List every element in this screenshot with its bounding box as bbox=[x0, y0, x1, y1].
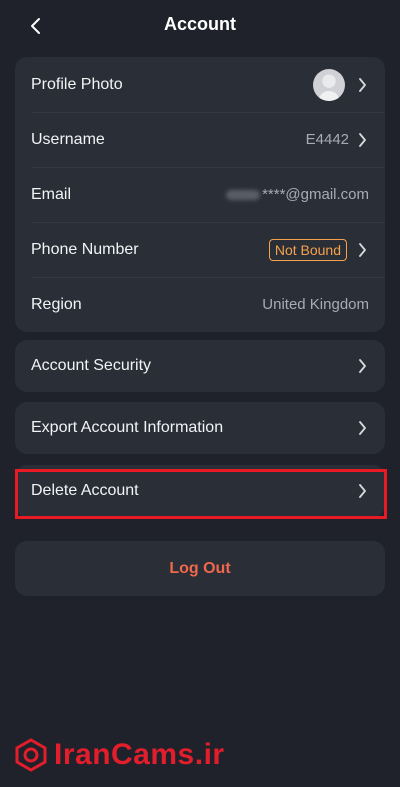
account-security-label: Account Security bbox=[31, 357, 152, 374]
email-label: Email bbox=[31, 185, 72, 203]
chevron-right-icon bbox=[355, 421, 369, 435]
username-value: E4442 bbox=[305, 131, 349, 148]
username-row[interactable]: Username E4442 bbox=[15, 112, 385, 167]
account-security-row[interactable]: Account Security bbox=[15, 340, 385, 392]
header: Account bbox=[0, 0, 400, 52]
irancams-logo-icon bbox=[15, 738, 47, 772]
chevron-right-icon bbox=[355, 132, 369, 147]
region-value: United Kingdom bbox=[262, 296, 369, 313]
export-info-card: Export Account Information bbox=[15, 402, 385, 454]
chevron-right-icon bbox=[355, 77, 369, 92]
region-label: Region bbox=[31, 295, 82, 313]
delete-account-label: Delete Account bbox=[31, 482, 139, 499]
profile-card: Profile Photo Username E4442 Email ****@… bbox=[15, 57, 385, 332]
email-redaction bbox=[226, 189, 261, 200]
page-title: Account bbox=[164, 14, 236, 34]
chevron-right-icon bbox=[355, 359, 369, 373]
export-account-information-row[interactable]: Export Account Information bbox=[15, 402, 385, 454]
profile-photo-row[interactable]: Profile Photo bbox=[15, 57, 385, 112]
delete-account-card: Delete Account bbox=[15, 465, 385, 517]
phone-number-label: Phone Number bbox=[31, 240, 139, 258]
avatar bbox=[313, 68, 345, 101]
log-out-button[interactable]: Log Out bbox=[15, 541, 385, 596]
watermark-text: IranCams.ir bbox=[54, 738, 225, 771]
chevron-right-icon bbox=[355, 242, 369, 257]
phone-number-row[interactable]: Phone Number Not Bound bbox=[15, 222, 385, 277]
log-out-label: Log Out bbox=[169, 559, 231, 577]
not-bound-badge: Not Bound bbox=[268, 238, 347, 261]
username-label: Username bbox=[31, 130, 105, 148]
email-value: ****@gmail.com bbox=[262, 186, 369, 203]
email-row: Email ****@gmail.com bbox=[15, 167, 385, 222]
watermark: IranCams.ir bbox=[14, 738, 225, 772]
delete-account-row[interactable]: Delete Account bbox=[15, 465, 385, 517]
profile-photo-label: Profile Photo bbox=[31, 75, 123, 93]
export-account-information-label: Export Account Information bbox=[31, 419, 224, 436]
chevron-right-icon bbox=[355, 484, 369, 498]
account-security-card: Account Security bbox=[15, 340, 385, 392]
region-row: Region United Kingdom bbox=[15, 277, 385, 332]
